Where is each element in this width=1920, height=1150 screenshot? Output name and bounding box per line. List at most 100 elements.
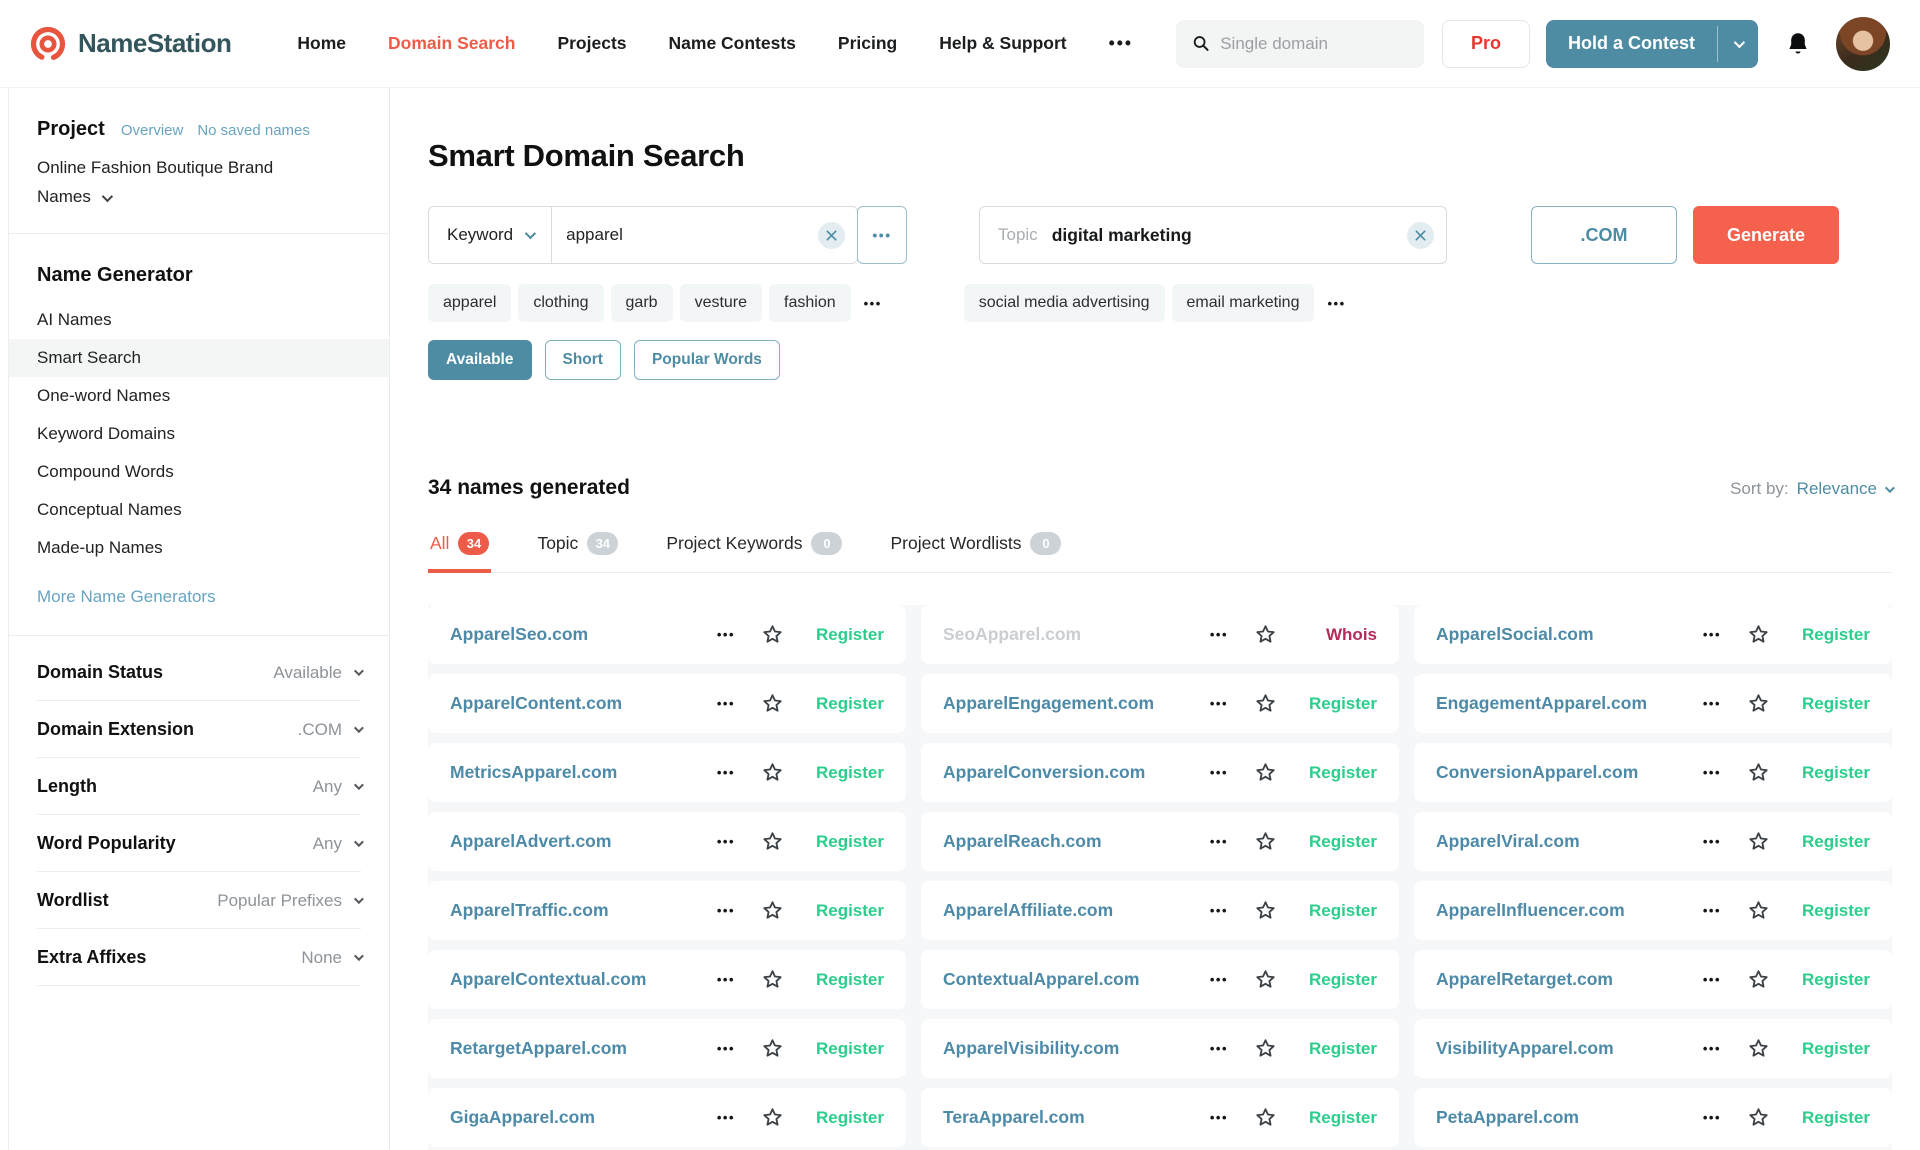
keyword-chip[interactable]: ••• bbox=[858, 286, 888, 321]
more-options-button[interactable]: ••• bbox=[1210, 627, 1228, 642]
generator-item[interactable]: Keyword Domains bbox=[9, 415, 389, 453]
save-star-button[interactable] bbox=[761, 1037, 784, 1060]
save-star-button[interactable] bbox=[1747, 899, 1770, 922]
domain-action-link[interactable]: Register bbox=[1798, 970, 1870, 990]
save-star-button[interactable] bbox=[761, 692, 784, 715]
filter-row[interactable]: Domain Extension .COM bbox=[37, 701, 364, 759]
more-options-button[interactable]: ••• bbox=[1703, 627, 1721, 642]
avatar[interactable] bbox=[1836, 16, 1890, 71]
save-star-button[interactable] bbox=[761, 899, 784, 922]
domain-action-link[interactable]: Register bbox=[1798, 832, 1870, 852]
save-star-button[interactable] bbox=[1254, 692, 1277, 715]
tld-selector-button[interactable]: .COM bbox=[1531, 206, 1677, 264]
save-star-button[interactable] bbox=[1254, 1106, 1277, 1129]
more-options-button[interactable]: ••• bbox=[1703, 1110, 1721, 1125]
more-options-button[interactable]: ••• bbox=[717, 765, 735, 780]
generator-item[interactable]: Smart Search bbox=[9, 339, 389, 378]
domain-action-link[interactable]: Register bbox=[812, 970, 884, 990]
domain-name-link[interactable]: RetargetApparel.com bbox=[450, 1038, 627, 1059]
more-options-button[interactable]: ••• bbox=[717, 627, 735, 642]
domain-name-link[interactable]: ApparelSeo.com bbox=[450, 624, 588, 645]
generator-item[interactable]: AI Names bbox=[9, 301, 389, 339]
domain-action-link[interactable]: Register bbox=[1305, 694, 1377, 714]
project-link[interactable]: No saved names bbox=[197, 122, 310, 139]
clear-topic-button[interactable] bbox=[1407, 221, 1434, 249]
save-star-button[interactable] bbox=[1254, 761, 1277, 784]
domain-name-link[interactable]: ConversionApparel.com bbox=[1436, 762, 1638, 783]
domain-action-link[interactable]: Register bbox=[812, 832, 884, 852]
save-star-button[interactable] bbox=[1747, 623, 1770, 646]
nav-item[interactable]: Pricing bbox=[838, 33, 897, 54]
save-star-button[interactable] bbox=[761, 623, 784, 646]
domain-action-link[interactable]: Register bbox=[1798, 625, 1870, 645]
domain-name-link[interactable]: ApparelAffiliate.com bbox=[943, 900, 1113, 921]
more-options-button[interactable]: ••• bbox=[1703, 1041, 1721, 1056]
generator-item[interactable]: One-word Names bbox=[9, 377, 389, 415]
results-tab[interactable]: All 34 bbox=[428, 522, 492, 573]
filter-row[interactable]: Word Popularity Any bbox=[37, 815, 364, 873]
pro-button[interactable]: Pro bbox=[1441, 19, 1530, 68]
domain-name-link[interactable]: ApparelTraffic.com bbox=[450, 900, 609, 921]
domain-name-link[interactable]: ContextualApparel.com bbox=[943, 969, 1139, 990]
save-star-button[interactable] bbox=[1254, 623, 1277, 646]
save-star-button[interactable] bbox=[761, 761, 784, 784]
filter-row[interactable]: Extra Affixes None bbox=[37, 929, 364, 987]
domain-action-link[interactable]: Register bbox=[1305, 901, 1377, 921]
filter-pill[interactable]: Available bbox=[428, 340, 532, 380]
save-star-button[interactable] bbox=[1747, 692, 1770, 715]
nav-item[interactable]: Name Contests bbox=[669, 33, 796, 54]
domain-action-link[interactable]: Register bbox=[1798, 1108, 1870, 1128]
domain-name-link[interactable]: ApparelAdvert.com bbox=[450, 831, 611, 852]
sort-dropdown[interactable]: Relevance bbox=[1797, 479, 1895, 499]
hold-a-contest-button[interactable]: Hold a Contest bbox=[1545, 19, 1758, 68]
more-options-button[interactable]: ••• bbox=[1210, 834, 1228, 849]
project-name-dropdown[interactable]: Online Fashion Boutique Brand Names bbox=[37, 153, 307, 211]
more-options-button[interactable]: ••• bbox=[717, 972, 735, 987]
domain-action-link[interactable]: Register bbox=[812, 625, 884, 645]
domain-name-link[interactable]: MetricsApparel.com bbox=[450, 762, 617, 783]
save-star-button[interactable] bbox=[1254, 830, 1277, 853]
domain-name-link[interactable]: ApparelReach.com bbox=[943, 831, 1102, 852]
more-options-button[interactable]: ••• bbox=[1210, 972, 1228, 987]
save-star-button[interactable] bbox=[1747, 761, 1770, 784]
topic-input[interactable] bbox=[1051, 224, 1393, 246]
save-star-button[interactable] bbox=[1254, 899, 1277, 922]
topic-chip[interactable]: email marketing bbox=[1171, 284, 1315, 322]
topic-search-box[interactable]: Topic bbox=[979, 206, 1447, 264]
generate-button[interactable]: Generate bbox=[1693, 206, 1839, 264]
save-star-button[interactable] bbox=[1747, 1037, 1770, 1060]
save-star-button[interactable] bbox=[1254, 968, 1277, 991]
more-options-button[interactable]: ••• bbox=[1210, 1041, 1228, 1056]
keyword-chip[interactable]: vesture bbox=[679, 284, 763, 322]
domain-action-link[interactable]: Register bbox=[812, 694, 884, 714]
results-tab[interactable]: Project Wordlists 0 bbox=[888, 522, 1063, 573]
notifications-button[interactable] bbox=[1786, 31, 1810, 57]
keyword-chip[interactable]: fashion bbox=[769, 284, 851, 322]
domain-name-link[interactable]: ApparelEngagement.com bbox=[943, 693, 1154, 714]
domain-name-link[interactable]: PetaApparel.com bbox=[1436, 1107, 1579, 1128]
keyword-type-select[interactable]: Keyword bbox=[429, 207, 553, 263]
more-options-button[interactable]: ••• bbox=[1703, 765, 1721, 780]
more-options-button[interactable]: ••• bbox=[717, 1041, 735, 1056]
nav-item[interactable]: Home bbox=[297, 33, 346, 54]
domain-action-link[interactable]: Register bbox=[1798, 1039, 1870, 1059]
domain-action-link[interactable]: Register bbox=[812, 763, 884, 783]
more-options-button[interactable]: ••• bbox=[717, 834, 735, 849]
nav-item[interactable]: Domain Search bbox=[388, 33, 515, 54]
filter-pill[interactable]: Popular Words bbox=[633, 340, 780, 380]
domain-name-link[interactable]: ApparelViral.com bbox=[1436, 831, 1580, 852]
domain-name-link[interactable]: VisibilityApparel.com bbox=[1436, 1038, 1614, 1059]
domain-name-link[interactable]: GigaApparel.com bbox=[450, 1107, 595, 1128]
more-options-button[interactable]: ••• bbox=[1703, 696, 1721, 711]
domain-action-link[interactable]: Register bbox=[1798, 763, 1870, 783]
domain-action-link[interactable]: Register bbox=[1305, 970, 1377, 990]
more-options-button[interactable]: ••• bbox=[1210, 765, 1228, 780]
brand-logo[interactable]: NameStation bbox=[28, 24, 232, 64]
domain-action-link[interactable]: Register bbox=[1305, 1039, 1377, 1059]
domain-name-link[interactable]: ApparelConversion.com bbox=[943, 762, 1145, 783]
save-star-button[interactable] bbox=[1747, 968, 1770, 991]
domain-action-link[interactable]: Register bbox=[1305, 763, 1377, 783]
domain-action-link[interactable]: Register bbox=[812, 1039, 884, 1059]
save-star-button[interactable] bbox=[1747, 830, 1770, 853]
domain-action-link[interactable]: Register bbox=[1305, 832, 1377, 852]
